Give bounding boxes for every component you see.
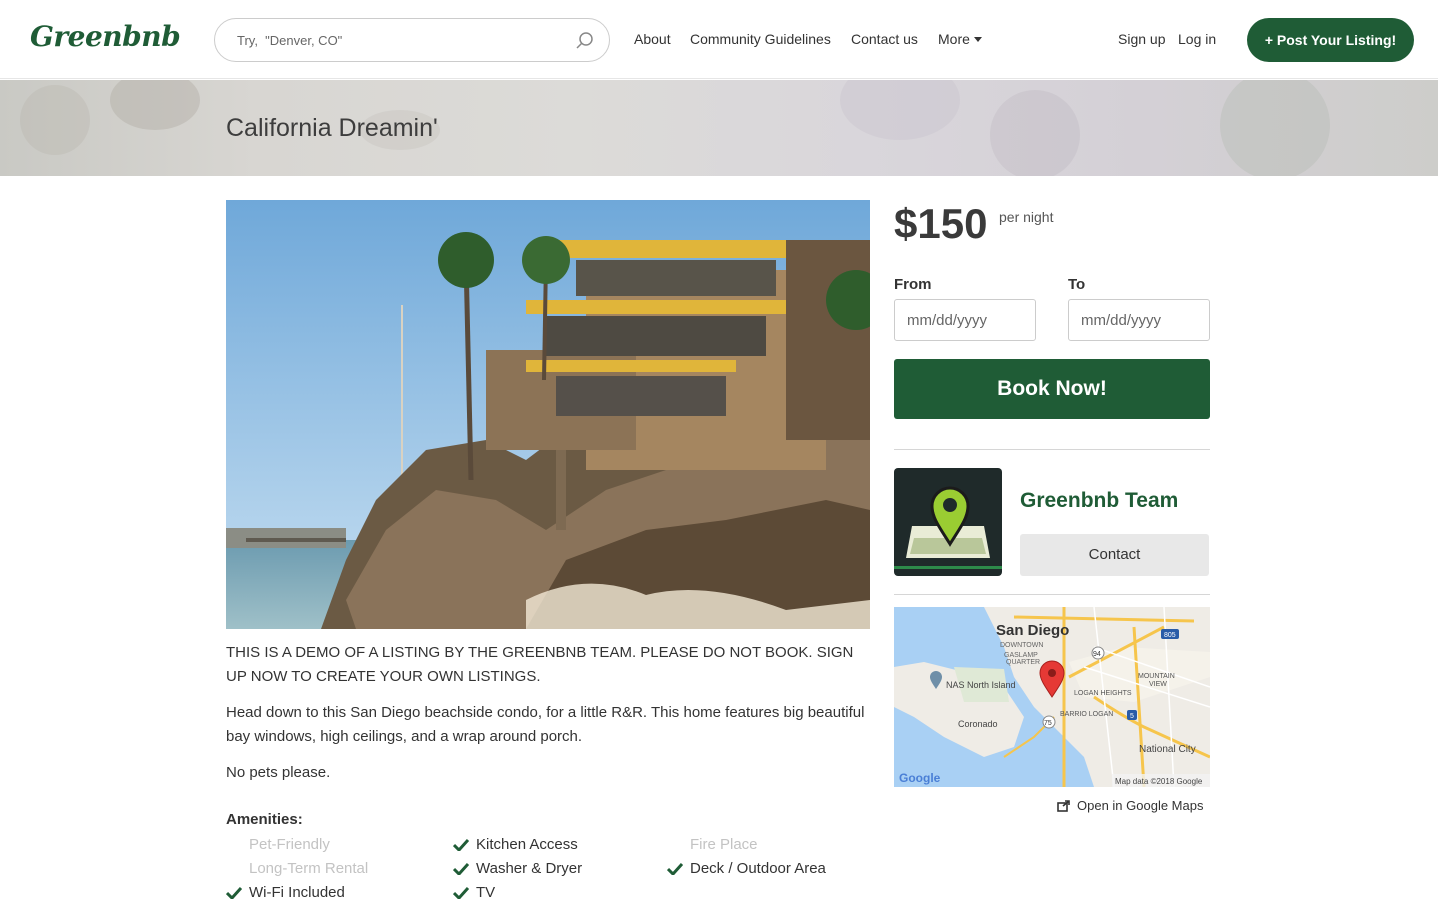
map-label-national-city: National City — [1139, 744, 1196, 755]
location-map[interactable]: San Diego DOWNTOWN GASLAMP QUARTER NAS N… — [894, 607, 1210, 787]
top-navbar: Greenbnb About Community Guidelines Cont… — [0, 0, 1438, 79]
nav-more-dropdown[interactable]: More — [938, 31, 982, 47]
map-pin-logo-icon — [894, 486, 1002, 569]
demo-disclaimer: THIS IS A DEMO OF A LISTING BY THE GREEN… — [226, 644, 854, 685]
amenity-label: Kitchen Access — [476, 836, 578, 853]
check-icon — [453, 887, 469, 899]
listing-description: Head down to this San Diego beachside co… — [226, 704, 865, 745]
map-label-downtown: DOWNTOWN — [1000, 642, 1043, 649]
amenity-pet-friendly: Pet-Friendly — [226, 833, 330, 857]
nav-more-label: More — [938, 31, 970, 47]
host-avatar — [894, 468, 1002, 576]
map-attribution: Map data ©2018 Google — [1115, 777, 1203, 786]
login-link[interactable]: Log in — [1178, 31, 1216, 47]
open-google-maps-label: Open in Google Maps — [1077, 798, 1204, 813]
open-google-maps-link[interactable]: Open in Google Maps — [1057, 798, 1203, 813]
to-date-input[interactable] — [1068, 299, 1210, 341]
amenity-label: TV — [476, 884, 496, 901]
amenity-fire-place: Fire Place — [667, 833, 758, 857]
amenities-title: Amenities: — [226, 811, 303, 828]
divider — [894, 449, 1210, 450]
book-now-button[interactable]: Book Now! — [894, 359, 1210, 419]
map-label-logan-heights: LOGAN HEIGHTS — [1074, 690, 1132, 697]
amenity-washer-dryer: Washer & Dryer — [453, 857, 582, 881]
check-icon — [226, 887, 242, 899]
divider — [894, 594, 1210, 595]
search-icon[interactable] — [575, 31, 595, 51]
search-input[interactable] — [237, 29, 567, 51]
google-logo: Google — [899, 771, 941, 785]
amenity-long-term-rental: Long-Term Rental — [226, 857, 368, 881]
nav-about[interactable]: About — [634, 31, 671, 47]
map-route-75: 75 — [1044, 720, 1052, 727]
contact-host-button[interactable]: Contact — [1020, 534, 1209, 576]
map-label-view: VIEW — [1149, 681, 1167, 688]
nav-community-guidelines[interactable]: Community Guidelines — [690, 31, 831, 47]
listing-photo-image — [226, 200, 870, 629]
map-route-5: 5 — [1130, 713, 1134, 720]
amenity-label: Fire Place — [690, 836, 758, 853]
amenity-label: Pet-Friendly — [249, 836, 330, 853]
map-label-mountain: MOUNTAIN — [1138, 673, 1175, 680]
nav-contact-us[interactable]: Contact us — [851, 31, 918, 47]
search-box[interactable] — [214, 18, 610, 62]
amenity-tv: TV — [453, 881, 495, 905]
map-label-nas: NAS North Island — [946, 680, 1016, 690]
nightly-price: $150 — [894, 200, 988, 247]
hero-banner: California Dreamin' — [0, 80, 1438, 176]
check-icon — [453, 863, 469, 875]
external-share-icon — [1057, 800, 1070, 812]
host-name[interactable]: Greenbnb Team — [1020, 489, 1178, 513]
map-canvas: San Diego DOWNTOWN GASLAMP QUARTER NAS N… — [894, 607, 1210, 787]
amenity-label: Long-Term Rental — [249, 860, 369, 877]
map-route-805: 805 — [1164, 632, 1176, 639]
listing-note: No pets please. — [226, 764, 331, 781]
listing-photo[interactable] — [226, 200, 870, 629]
amenity-wifi: Wi-Fi Included — [226, 881, 345, 905]
from-label: From — [894, 276, 932, 293]
amenity-deck-outdoor: Deck / Outdoor Area — [667, 857, 826, 881]
check-icon — [667, 863, 683, 875]
map-label-barrio-logan: BARRIO LOGAN — [1060, 711, 1113, 718]
caret-down-icon — [973, 37, 982, 42]
from-date-input[interactable] — [894, 299, 1036, 341]
map-label-city: San Diego — [996, 622, 1069, 639]
map-label-quarter: QUARTER — [1006, 659, 1040, 666]
map-label-gaslamp: GASLAMP — [1004, 652, 1038, 659]
map-route-94: 94 — [1093, 651, 1101, 658]
amenity-label: Washer & Dryer — [476, 860, 583, 877]
amenity-label: Deck / Outdoor Area — [690, 860, 826, 877]
per-night-label: per night — [999, 209, 1054, 225]
amenity-kitchen-access: Kitchen Access — [453, 833, 578, 857]
signup-link[interactable]: Sign up — [1118, 31, 1165, 47]
to-label: To — [1068, 276, 1086, 293]
logo[interactable]: Greenbnb — [30, 20, 181, 53]
check-icon — [453, 839, 469, 851]
listing-title: California Dreamin' — [226, 114, 438, 142]
amenity-label: Wi-Fi Included — [249, 884, 345, 901]
map-label-coronado: Coronado — [958, 719, 998, 729]
post-listing-button[interactable]: + Post Your Listing! — [1247, 18, 1414, 62]
